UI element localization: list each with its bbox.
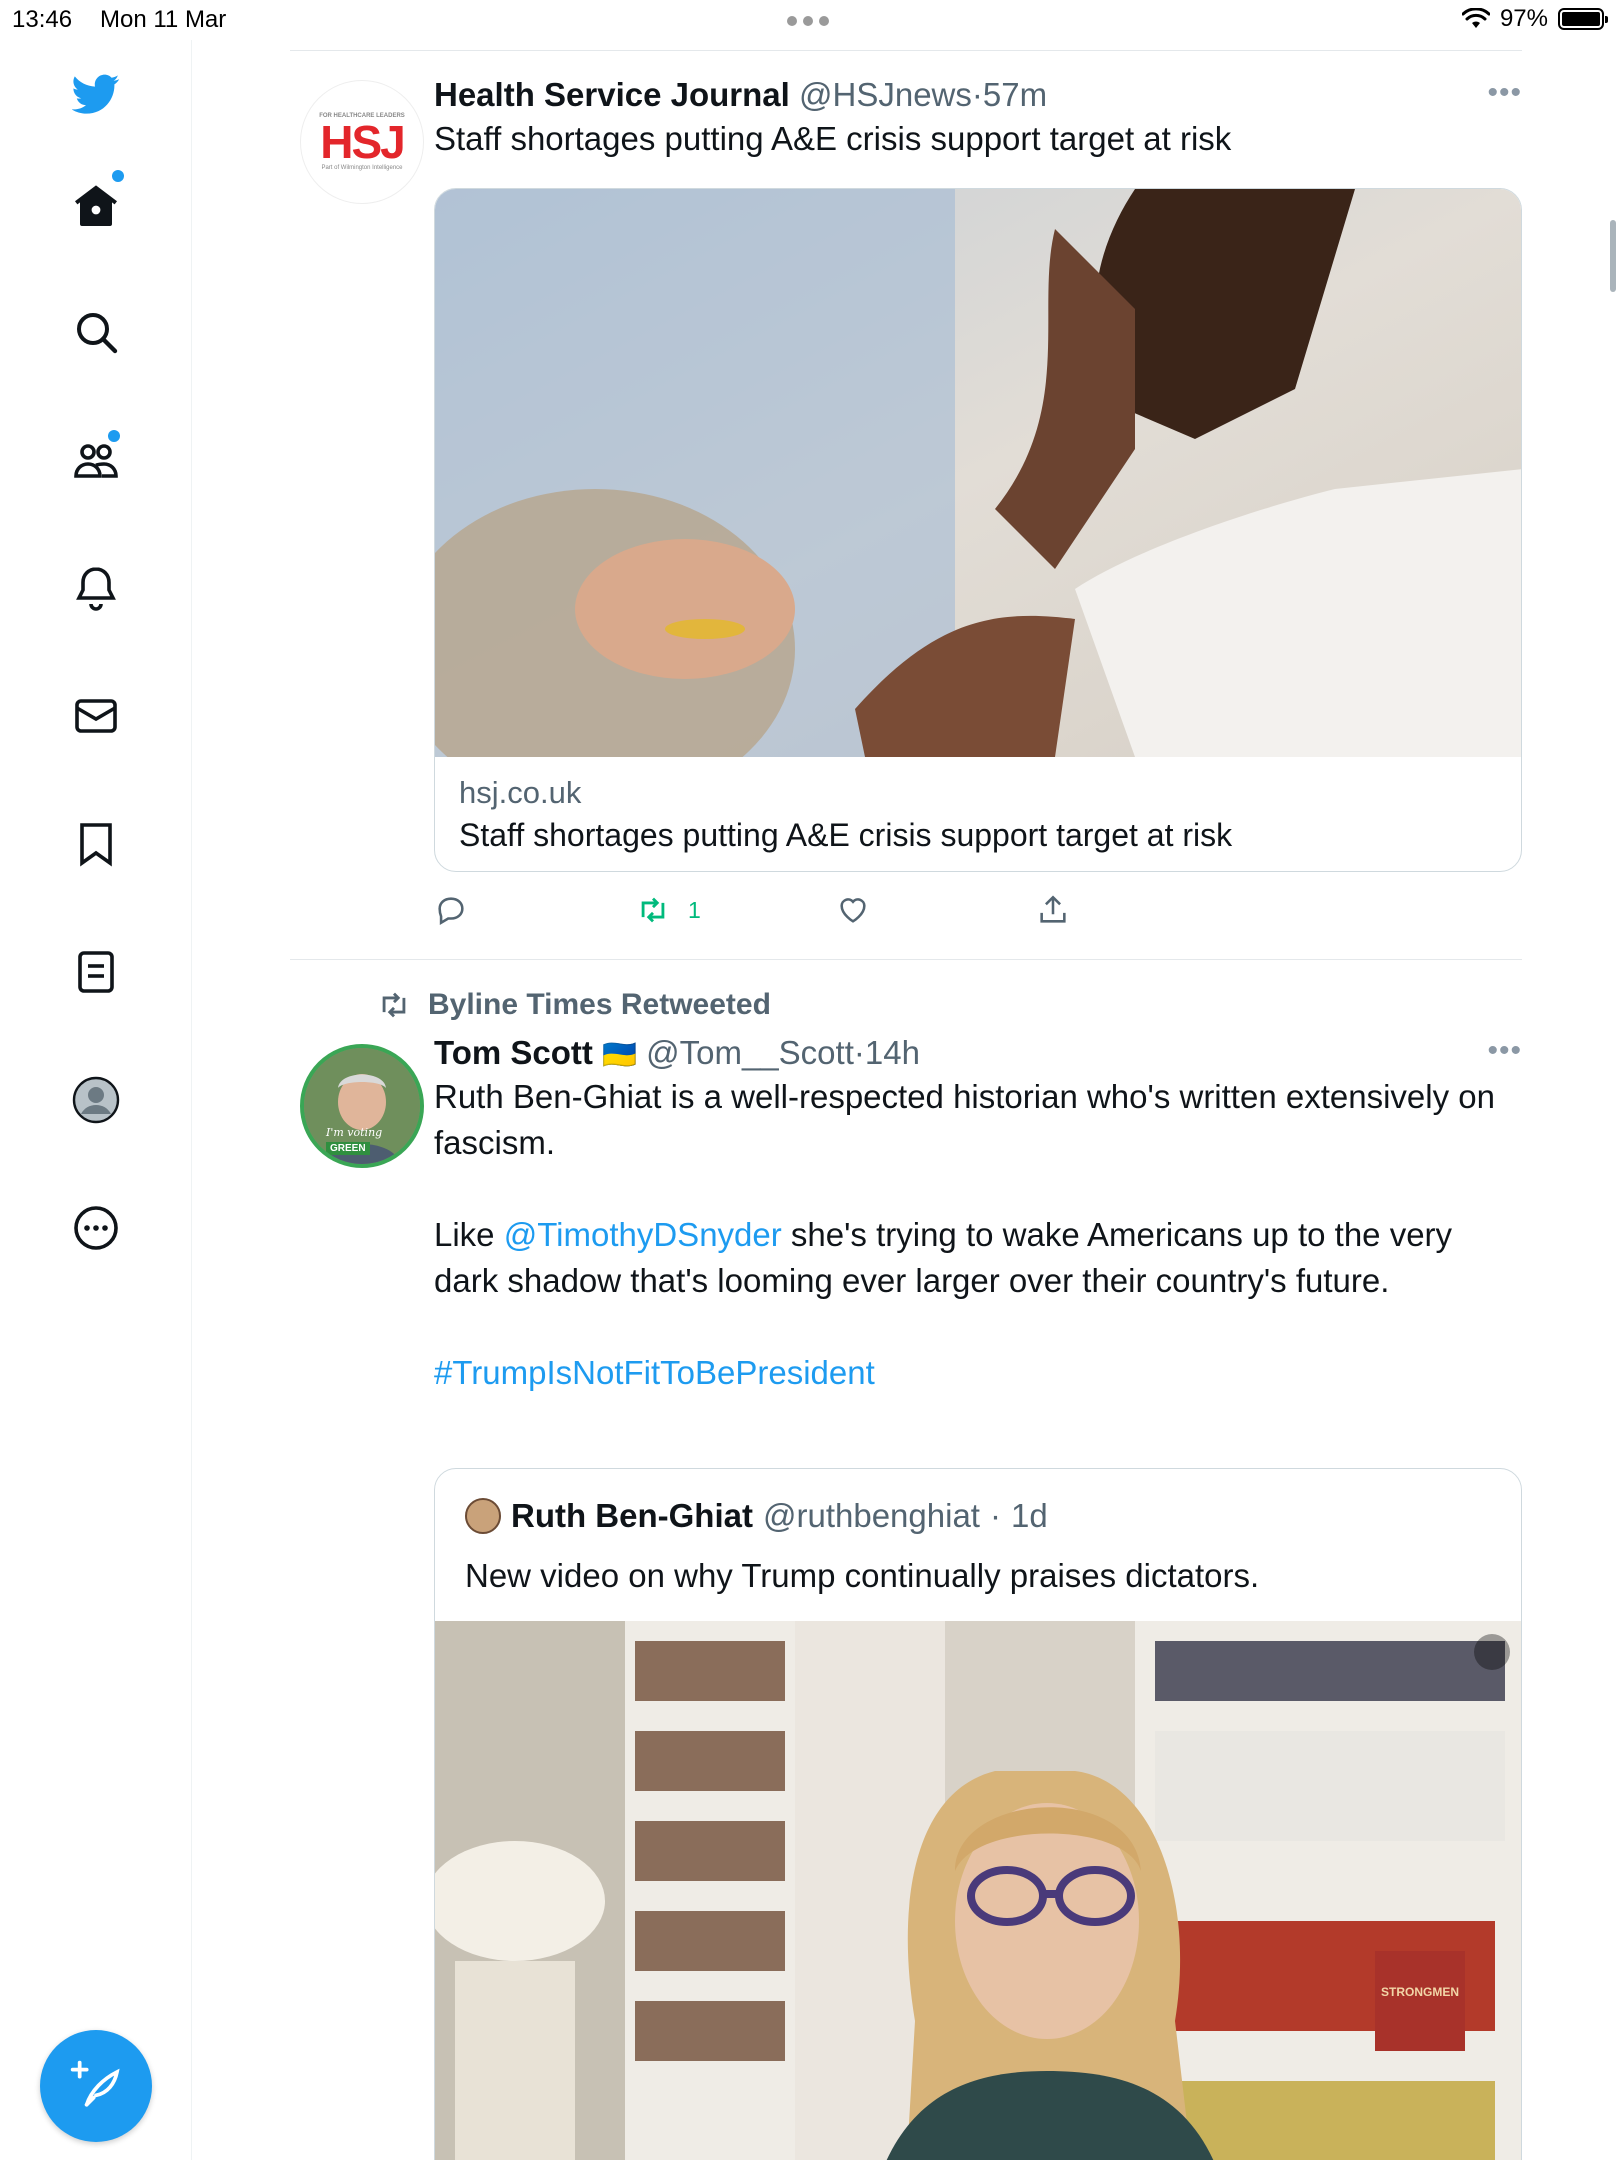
heart-icon <box>840 898 866 923</box>
meta-separator: · <box>853 1034 865 1071</box>
search-icon[interactable] <box>66 302 126 362</box>
bell-icon[interactable] <box>66 558 126 618</box>
quote-video[interactable]: STRONGMEN <box>435 1621 1521 2160</box>
envelope-icon[interactable] <box>66 686 126 746</box>
author-handle[interactable]: @Tom__Scott <box>646 1034 854 1071</box>
scrollbar-thumb[interactable] <box>1610 220 1616 292</box>
profile-icon[interactable] <box>66 1070 126 1130</box>
card-domain: hsj.co.uk <box>459 775 582 810</box>
status-bar: 13:46 Mon 11 Mar 97% <box>0 0 1620 40</box>
twitter-logo-icon[interactable] <box>66 64 126 124</box>
bookmark-icon[interactable] <box>66 814 126 874</box>
quote-author-handle[interactable]: @ruthbenghiat <box>763 1497 980 1535</box>
meta-separator: · <box>971 76 983 113</box>
battery-percent: 97% <box>1499 5 1548 32</box>
retweet-count: 1 <box>688 896 701 923</box>
quote-time[interactable]: 1d <box>1011 1497 1048 1535</box>
quote-tweet[interactable]: Ruth Ben-Ghiat @ruthbenghiat · 1d New vide… <box>434 1468 1522 2160</box>
badge-line2: GREEN <box>326 1142 370 1155</box>
quote-avatar[interactable] <box>465 1498 501 1534</box>
meta-separator: · <box>989 1497 1001 1534</box>
lists-icon[interactable] <box>66 942 126 1002</box>
reply-button[interactable] <box>434 893 468 927</box>
author-name[interactable]: Health Service Journal <box>434 76 790 113</box>
hsj-logo-text: HSJ <box>320 116 405 168</box>
compose-tweet-button[interactable] <box>40 2030 152 2142</box>
battery-icon <box>1558 8 1608 30</box>
tweet-header: Health Service Journal @HSJnews·57m <box>434 76 1522 114</box>
tweet-hsj[interactable]: FOR HEALTHCARE LEADERS HSJ Part of Wilmi… <box>290 40 1522 960</box>
quote-author-name[interactable]: Ruth Ben-Ghiat <box>511 1497 753 1535</box>
author-name[interactable]: Tom Scott <box>434 1034 593 1071</box>
feather-plus-icon <box>70 2060 120 2107</box>
book-spine-text: STRONGMEN <box>1381 1985 1459 1999</box>
text-segment: Like <box>434 1216 504 1253</box>
retweet-icon <box>641 897 665 923</box>
retweet-context-icon <box>382 992 406 1018</box>
wifi-icon <box>1461 8 1490 28</box>
video-thumbnail: STRONGMEN <box>435 1621 1521 2160</box>
home-icon[interactable] <box>66 170 126 236</box>
quote-header: Ruth Ben-Ghiat @ruthbenghiat · 1d <box>465 1497 1048 1535</box>
author-handle[interactable]: @HSJnews <box>799 76 972 113</box>
more-options-icon[interactable]: ••• <box>1487 76 1522 110</box>
social-context: Byline Times Retweeted <box>374 988 771 1022</box>
home-unread-dot <box>112 170 124 182</box>
quote-text: New video on why Trump continually prais… <box>465 1557 1260 1594</box>
multitasking-dots-icon[interactable] <box>787 16 829 26</box>
hsj-avatar-bottom-text: Part of Wilmington Intelligence <box>321 165 403 171</box>
tweet-text-p2: Like @TimothyDSnyder she's trying to wak… <box>434 1212 1522 1304</box>
tweet-header: Tom Scott 🇺🇦 @Tom__Scott·14h <box>434 1034 1522 1072</box>
badge-line1: I'm voting <box>326 1126 383 1139</box>
card-image <box>435 189 1521 757</box>
status-date: Mon 11 Mar <box>100 6 227 33</box>
communities-icon[interactable] <box>66 430 126 490</box>
communities-unread-dot <box>108 430 120 442</box>
reply-icon <box>438 897 464 926</box>
tweet-text: Staff shortages putting A&E crisis suppo… <box>434 120 1232 157</box>
more-circle-icon[interactable] <box>66 1198 126 1258</box>
status-time: 13:46 <box>12 6 73 33</box>
ukraine-flag-icon: 🇺🇦 <box>602 1039 637 1070</box>
like-button[interactable] <box>836 893 870 927</box>
sidebar <box>0 40 192 2160</box>
retweet-button[interactable]: 1 <box>634 893 701 927</box>
tweet-tom-scott[interactable]: Byline Times Retweeted I'm voting GREEN … <box>290 960 1522 2160</box>
avatar-hsj[interactable]: FOR HEALTHCARE LEADERS HSJ Part of Wilmi… <box>300 80 424 204</box>
hashtag-link[interactable]: #TrumpIsNotFitToBePresident <box>434 1350 1522 1396</box>
link-card[interactable]: hsj.co.uk Staff shortages putting A&E cr… <box>434 188 1522 872</box>
share-icon <box>1040 895 1066 923</box>
retweeted-by-label[interactable]: Byline Times Retweeted <box>428 988 771 1022</box>
tweet-text-p1: Ruth Ben-Ghiat is a well-respected histo… <box>434 1078 1495 1161</box>
more-options-icon[interactable]: ••• <box>1487 1034 1522 1068</box>
tweet-time[interactable]: 14h <box>865 1034 920 1071</box>
tweet-actions: 1 <box>434 893 1134 933</box>
card-title: Staff shortages putting A&E crisis suppo… <box>459 817 1233 853</box>
status-right: 97% <box>1461 5 1608 33</box>
share-button[interactable] <box>1036 893 1070 927</box>
tweet-time[interactable]: 57m <box>983 76 1047 113</box>
mention-link[interactable]: @TimothyDSnyder <box>504 1216 782 1253</box>
avatar-tom-scott[interactable]: I'm voting GREEN <box>300 1044 424 1168</box>
